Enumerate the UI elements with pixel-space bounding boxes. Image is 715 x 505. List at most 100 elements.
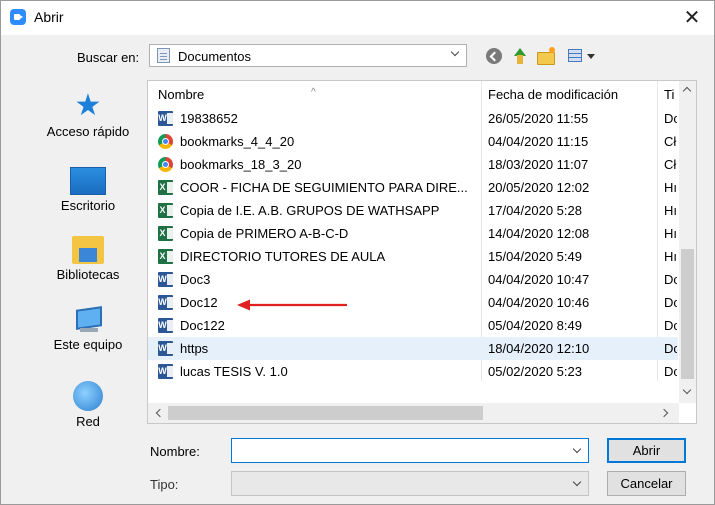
- file-type-select[interactable]: [231, 471, 589, 496]
- back-icon[interactable]: [485, 46, 503, 66]
- chevron-down-icon[interactable]: [572, 445, 582, 455]
- file-row[interactable]: DIRECTORIO TUTORES DE AULA 15/04/2020 5:…: [148, 245, 678, 268]
- chevron-down-icon: [450, 48, 460, 58]
- dialog-title: Abrir: [34, 9, 64, 25]
- column-header-type[interactable]: Ti: [664, 87, 678, 102]
- scroll-right-icon[interactable]: [658, 405, 674, 421]
- open-button[interactable]: Abrir: [607, 438, 686, 463]
- file-date: 18/03/2020 11:07: [488, 157, 589, 172]
- file-date: 17/04/2020 5:28: [488, 203, 582, 218]
- excel-sheet-icon: [158, 226, 173, 241]
- file-row[interactable]: bookmarks_4_4_20 04/04/2020 11:15 Cł: [148, 130, 678, 153]
- lookin-label: Buscar en:: [77, 50, 140, 65]
- file-list[interactable]: ^ Nombre Fecha de modificación Ti 198386…: [147, 80, 697, 424]
- place-label: Escritorio: [60, 198, 116, 213]
- file-type: Hı: [664, 226, 677, 241]
- excel-sheet-icon: [158, 203, 173, 218]
- file-name: Doc12: [180, 295, 218, 310]
- close-button[interactable]: ✕: [678, 5, 706, 31]
- file-name: Copia de PRIMERO A-B-C-D: [180, 226, 349, 241]
- file-type: Cł: [664, 157, 677, 172]
- word-doc-icon: [158, 111, 173, 126]
- file-date: 26/05/2020 11:55: [488, 111, 589, 126]
- place-libraries[interactable]: Bibliotecas: [34, 236, 142, 282]
- place-desktop[interactable]: Escritorio: [34, 167, 142, 213]
- vertical-scrollbar[interactable]: [679, 81, 696, 403]
- star-icon: ★: [74, 89, 102, 122]
- file-type-label: Tipo:: [150, 477, 179, 492]
- file-name: https: [180, 341, 209, 356]
- file-row[interactable]: 19838652 26/05/2020 11:55 Dc: [148, 107, 678, 130]
- place-network[interactable]: Red: [34, 381, 142, 429]
- cancel-button[interactable]: Cancelar: [607, 471, 686, 496]
- file-type: Cł: [664, 134, 677, 149]
- sort-ascending-icon: ^: [311, 87, 316, 98]
- column-header-date[interactable]: Fecha de modificación: [488, 87, 618, 102]
- file-date: 05/04/2020 8:49: [488, 318, 582, 333]
- view-menu-icon[interactable]: [567, 46, 601, 66]
- file-type: Hı: [664, 249, 677, 264]
- horizontal-scroll-thumb[interactable]: [168, 406, 483, 420]
- file-row[interactable]: lucas TESIS V. 1.0 05/02/2020 5:23 Dc: [148, 360, 678, 383]
- file-row[interactable]: Doc12 04/04/2020 10:46 Dc: [148, 291, 678, 314]
- file-type: Hı: [664, 180, 677, 195]
- file-date: 04/04/2020 10:46: [488, 295, 590, 310]
- chevron-down-icon[interactable]: [572, 478, 582, 488]
- computer-icon: [72, 306, 104, 334]
- file-type: Dc: [664, 364, 677, 379]
- file-date: 15/04/2020 5:49: [488, 249, 582, 264]
- file-date: 04/04/2020 10:47: [488, 272, 590, 287]
- lookin-combobox[interactable]: Documentos: [149, 44, 467, 67]
- horizontal-scrollbar[interactable]: [148, 403, 679, 423]
- file-name: bookmarks_18_3_20: [180, 157, 302, 172]
- scroll-up-icon[interactable]: [679, 81, 696, 98]
- file-row-selected[interactable]: https 18/04/2020 12:10 Dc: [148, 337, 678, 360]
- place-this-pc[interactable]: Este equipo: [34, 306, 142, 352]
- word-doc-icon: [158, 318, 173, 333]
- place-quick-access[interactable]: ★ Acceso rápido: [34, 89, 142, 140]
- file-date: 04/04/2020 11:15: [488, 134, 589, 149]
- file-name: 19838652: [180, 111, 238, 126]
- chrome-html-icon: [158, 157, 173, 172]
- column-header-name[interactable]: Nombre: [158, 87, 204, 102]
- file-row[interactable]: bookmarks_18_3_20 18/03/2020 11:07 Cł: [148, 153, 678, 176]
- file-type: Dc: [664, 111, 677, 126]
- file-type: Dc: [664, 295, 677, 310]
- place-label: Red: [76, 414, 100, 429]
- documents-folder-icon: [157, 48, 170, 63]
- places-bar: ★ Acceso rápido Escritorio Bibliotecas E…: [34, 81, 142, 461]
- file-name-input[interactable]: [231, 438, 589, 463]
- file-name: bookmarks_4_4_20: [180, 134, 295, 149]
- file-name: COOR - FICHA DE SEGUIMIENTO PARA DIRE...: [180, 180, 468, 195]
- file-row[interactable]: Doc3 04/04/2020 10:47 Dc: [148, 268, 678, 291]
- place-label: Este equipo: [53, 337, 123, 352]
- file-row[interactable]: Copia de PRIMERO A-B-C-D 14/04/2020 12:0…: [148, 222, 678, 245]
- new-folder-icon[interactable]: [536, 46, 558, 66]
- excel-sheet-icon: [158, 249, 173, 264]
- file-date: 18/04/2020 12:10: [488, 341, 590, 356]
- file-name: Doc3: [180, 272, 211, 287]
- vertical-scroll-thumb[interactable]: [681, 249, 694, 379]
- up-folder-icon[interactable]: [509, 46, 529, 66]
- library-icon: [72, 236, 104, 264]
- scroll-down-icon[interactable]: [679, 384, 696, 401]
- file-row[interactable]: Copia de I.E. A.B. GRUPOS DE WATHSAPP 17…: [148, 199, 678, 222]
- file-date: 14/04/2020 12:08: [488, 226, 590, 241]
- file-name: Copia de I.E. A.B. GRUPOS DE WATHSAPP: [180, 203, 440, 218]
- file-row[interactable]: COOR - FICHA DE SEGUIMIENTO PARA DIRE...…: [148, 176, 678, 199]
- file-name-label: Nombre:: [150, 444, 200, 459]
- scroll-left-icon[interactable]: [151, 405, 167, 421]
- file-date: 05/02/2020 5:23: [488, 364, 582, 379]
- file-type: Dc: [664, 318, 677, 333]
- column-header-row: ^ Nombre Fecha de modificación Ti: [148, 81, 678, 105]
- desktop-icon: [70, 167, 106, 195]
- file-type: Dc: [664, 272, 677, 287]
- open-file-dialog: Abrir ✕ Buscar en: Documentos ★ Acceso r…: [0, 0, 715, 505]
- place-label: Bibliotecas: [56, 267, 120, 282]
- file-type: Hı: [664, 203, 677, 218]
- lookin-value: Documentos: [178, 49, 251, 64]
- title-bar: Abrir ✕: [1, 1, 714, 35]
- file-date: 20/05/2020 12:02: [488, 180, 590, 195]
- file-row[interactable]: Doc122 05/04/2020 8:49 Dc: [148, 314, 678, 337]
- chrome-html-icon: [158, 134, 173, 149]
